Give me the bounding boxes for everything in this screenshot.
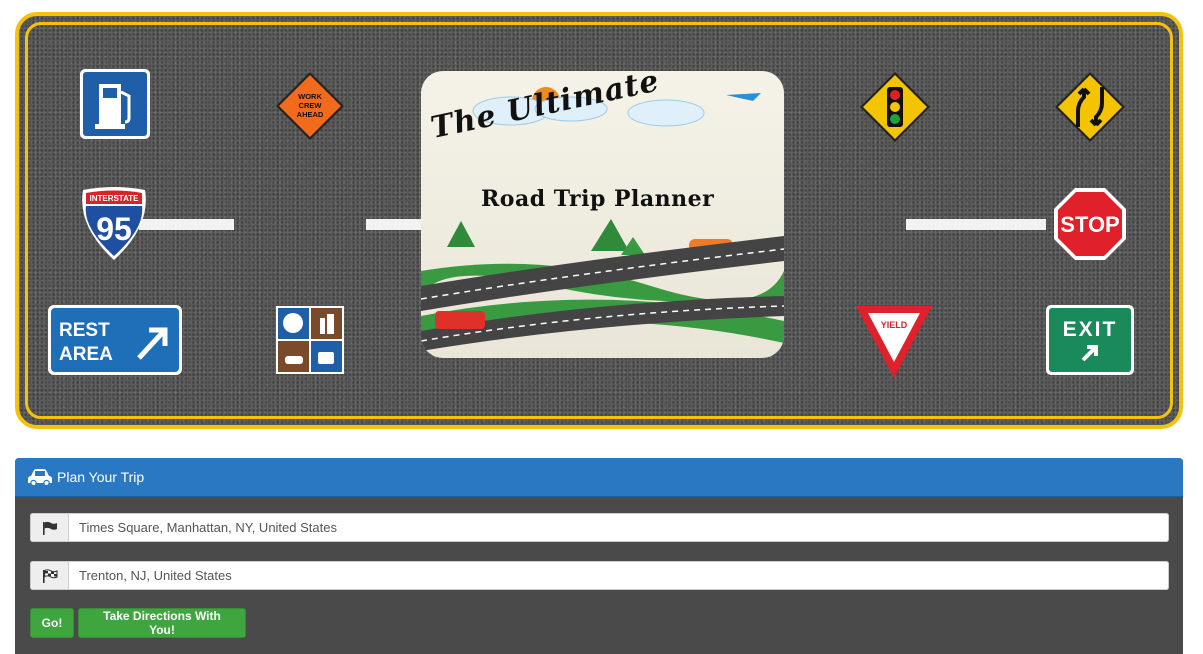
interstate-header: INTERSTATE bbox=[89, 194, 139, 203]
plan-trip-panel: Plan Your Trip Go! Take Directions With … bbox=[15, 458, 1183, 654]
panel-heading: Plan Your Trip bbox=[15, 458, 1183, 497]
stop-sign: STOP bbox=[1052, 186, 1128, 262]
gas-station-icon bbox=[79, 68, 151, 140]
checkered-flag-icon bbox=[30, 561, 69, 590]
rest-area-line1: REST bbox=[59, 320, 110, 341]
work-sign-line1: WORK bbox=[298, 92, 322, 101]
food-services-sign bbox=[276, 306, 344, 374]
origin-input[interactable] bbox=[69, 513, 1169, 542]
work-sign-line3: AHEAD bbox=[297, 110, 324, 119]
traffic-light-sign bbox=[859, 71, 931, 143]
interstate-number: 95 bbox=[96, 211, 132, 247]
take-directions-button[interactable]: Take Directions With You! bbox=[78, 608, 246, 638]
lane-marking bbox=[366, 219, 426, 230]
road-banner: WORK CREW AHEAD INTERSTATE 95 STOP REST … bbox=[15, 12, 1183, 429]
divided-highway-sign bbox=[1054, 71, 1126, 143]
yield-label: YIELD bbox=[881, 320, 908, 330]
rest-area-sign: REST AREA bbox=[47, 304, 183, 376]
go-button[interactable]: Go! bbox=[30, 608, 74, 638]
lane-marking bbox=[139, 219, 234, 230]
panel-title: Plan Your Trip bbox=[57, 469, 145, 485]
work-sign-line2: CREW bbox=[299, 101, 323, 110]
road-trip-planner-logo: The Ultimate Road Trip Planner bbox=[421, 71, 784, 358]
interstate-shield: INTERSTATE 95 bbox=[77, 186, 151, 262]
car-icon bbox=[27, 468, 53, 486]
flag-icon bbox=[30, 513, 69, 542]
logo-title-line2: Road Trip Planner bbox=[481, 186, 715, 212]
destination-input[interactable] bbox=[69, 561, 1169, 590]
stop-label: STOP bbox=[1060, 212, 1120, 237]
work-crew-sign: WORK CREW AHEAD bbox=[275, 71, 345, 141]
destination-input-group bbox=[30, 561, 1169, 590]
lane-marking bbox=[906, 219, 1046, 230]
rest-area-line2: AREA bbox=[59, 344, 113, 365]
exit-sign: EXIT bbox=[1045, 304, 1135, 376]
exit-label: EXIT bbox=[1063, 318, 1118, 341]
origin-input-group bbox=[30, 513, 1169, 542]
yield-sign: YIELD bbox=[854, 304, 934, 380]
